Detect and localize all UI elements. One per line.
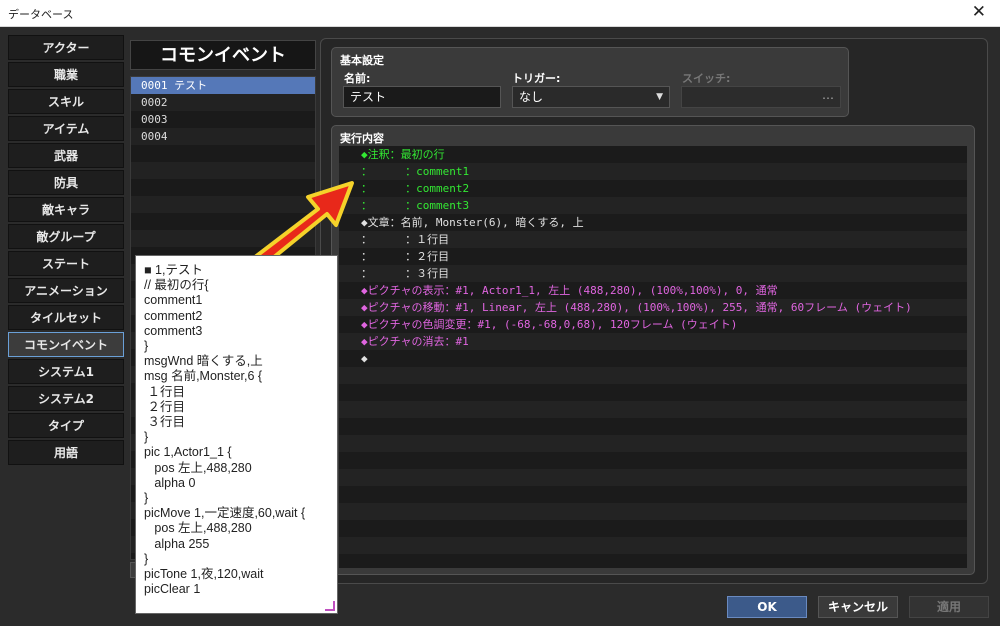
nav-item[interactable]: 敵グループ <box>8 224 124 249</box>
nav-item[interactable]: 用語 <box>8 440 124 465</box>
event-command-row[interactable]: ◆ピクチャの表示：#1, Actor1_1, 左上 (488,280), (10… <box>339 282 967 299</box>
overlay-line: comment3 <box>144 323 203 338</box>
overlay-line: pos 左上,488,280 <box>144 460 252 475</box>
event-command-row[interactable]: ： ：comment1 <box>339 163 967 180</box>
event-command-row[interactable]: ： ：１行目 <box>339 231 967 248</box>
overlay-line: msg 名前,Monster,6 { <box>144 369 263 384</box>
common-event-row[interactable]: 0002 <box>131 94 315 111</box>
close-icon[interactable]: ✕ <box>972 2 986 22</box>
nav-item[interactable]: システム1 <box>8 359 124 384</box>
event-command-row[interactable] <box>339 367 967 384</box>
nav-item[interactable]: アニメーション <box>8 278 124 303</box>
contents-title: 実行内容 <box>340 132 384 145</box>
nav-item[interactable]: ステート <box>8 251 124 276</box>
overlay-line: ３行目 <box>144 415 185 430</box>
event-command-row[interactable]: ： ：comment2 <box>339 180 967 197</box>
overlay-line: ２行目 <box>144 399 185 414</box>
overlay-line: picTone 1,夜,120,wait <box>144 567 264 582</box>
overlay-line: comment2 <box>144 308 203 323</box>
overlay-line: } <box>144 551 149 566</box>
overlay-line: １行目 <box>144 384 185 399</box>
event-command-row[interactable] <box>339 520 967 537</box>
event-command-row[interactable] <box>339 418 967 435</box>
event-command-row[interactable] <box>339 435 967 452</box>
event-command-row[interactable] <box>339 469 967 486</box>
common-event-row[interactable]: 0004 <box>131 128 315 145</box>
switch-field: … <box>681 86 841 108</box>
nav-item[interactable]: アクター <box>8 35 124 60</box>
window-titlebar: データベース ✕ <box>0 0 1000 27</box>
event-command-row[interactable]: ： ：２行目 <box>339 248 967 265</box>
window-title: データベース <box>8 8 74 21</box>
event-command-row[interactable]: ： ：３行目 <box>339 265 967 282</box>
nav-item[interactable]: スキル <box>8 89 124 114</box>
overlay-line: // 最初の行{ <box>144 278 209 293</box>
event-command-row[interactable] <box>339 452 967 469</box>
ok-button[interactable]: OK <box>727 596 807 618</box>
event-command-row[interactable]: ◆ピクチャの消去：#1 <box>339 333 967 350</box>
nav-item[interactable]: アイテム <box>8 116 124 141</box>
common-event-header: コモンイベント <box>130 40 316 70</box>
trigger-select[interactable]: なし ▼ <box>512 86 670 108</box>
overlay-line: alpha 0 <box>144 475 196 490</box>
event-command-row[interactable] <box>339 503 967 520</box>
event-command-row[interactable]: ◆ピクチャの移動：#1, Linear, 左上 (488,280), (100%… <box>339 299 967 316</box>
overlay-line: alpha 255 <box>144 536 210 551</box>
nav-item[interactable]: 武器 <box>8 143 124 168</box>
basic-settings-group: 基本設定 名前: テスト トリガー: なし ▼ スイッチ: … <box>331 47 849 117</box>
nav-item[interactable]: 職業 <box>8 62 124 87</box>
apply-button[interactable]: 適用 <box>909 596 989 618</box>
event-command-row[interactable]: ： ：comment3 <box>339 197 967 214</box>
nav-item[interactable]: システム2 <box>8 386 124 411</box>
nav-item[interactable]: 防具 <box>8 170 124 195</box>
overlay-line: msgWnd 暗くする,上 <box>144 354 263 369</box>
overlay-line: pos 左上,488,280 <box>144 521 252 536</box>
overlay-line: picMove 1,一定速度,60,wait { <box>144 506 306 521</box>
event-command-row[interactable]: ◆文章：名前, Monster(6), 暗くする, 上 <box>339 214 967 231</box>
overlay-line: comment1 <box>144 293 203 308</box>
event-command-row[interactable] <box>339 554 967 568</box>
overlay-line: picClear 1 <box>144 582 201 597</box>
ellipsis-icon: … <box>822 88 834 102</box>
common-event-row[interactable]: 0001 テスト <box>131 77 315 94</box>
event-command-row[interactable]: ◆注釈：最初の行 <box>339 146 967 163</box>
overlay-line: } <box>144 491 149 506</box>
switch-label: スイッチ: <box>682 72 731 85</box>
name-label: 名前: <box>344 72 371 85</box>
event-command-list[interactable]: ◆注釈：最初の行： ：comment1： ：comment2： ：comment… <box>339 146 967 568</box>
chevron-down-icon: ▼ <box>656 92 663 102</box>
event-command-row[interactable] <box>339 537 967 554</box>
nav-item[interactable]: タイルセット <box>8 305 124 330</box>
overlay-line: ■ 1,テスト <box>144 263 203 277</box>
trigger-value: なし <box>519 90 544 104</box>
cancel-button[interactable]: キャンセル <box>818 596 898 618</box>
resize-grip-icon <box>325 601 335 611</box>
database-category-nav: アクター 職業 スキル アイテム 武器 防具 敵キャラ 敵グループ ステート アニメーション タイル… <box>8 35 124 467</box>
basic-settings-title: 基本設定 <box>340 54 384 67</box>
trigger-label: トリガー: <box>512 72 561 85</box>
nav-item[interactable]: 敵キャラ <box>8 197 124 222</box>
nav-item[interactable]: コモンイベント <box>8 332 124 357</box>
overlay-line: } <box>144 339 149 354</box>
nav-item[interactable]: タイプ <box>8 413 124 438</box>
event-command-row[interactable] <box>339 401 967 418</box>
event-command-row[interactable] <box>339 486 967 503</box>
event-command-row[interactable]: ◆ <box>339 350 967 367</box>
common-event-row[interactable]: 0003 <box>131 111 315 128</box>
script-text-overlay: ■ 1,テスト// 最初の行{comment1 comment2 comment3}… <box>135 255 338 614</box>
overlay-line: pic 1,Actor1_1 { <box>144 445 232 460</box>
event-command-row[interactable] <box>339 384 967 401</box>
overlay-line: } <box>144 430 149 445</box>
event-command-row[interactable]: ◆ピクチャの色調変更：#1, (-68,-68,0,68), 120フレーム (… <box>339 316 967 333</box>
common-event-row[interactable] <box>131 145 315 162</box>
name-input[interactable]: テスト <box>343 86 501 108</box>
